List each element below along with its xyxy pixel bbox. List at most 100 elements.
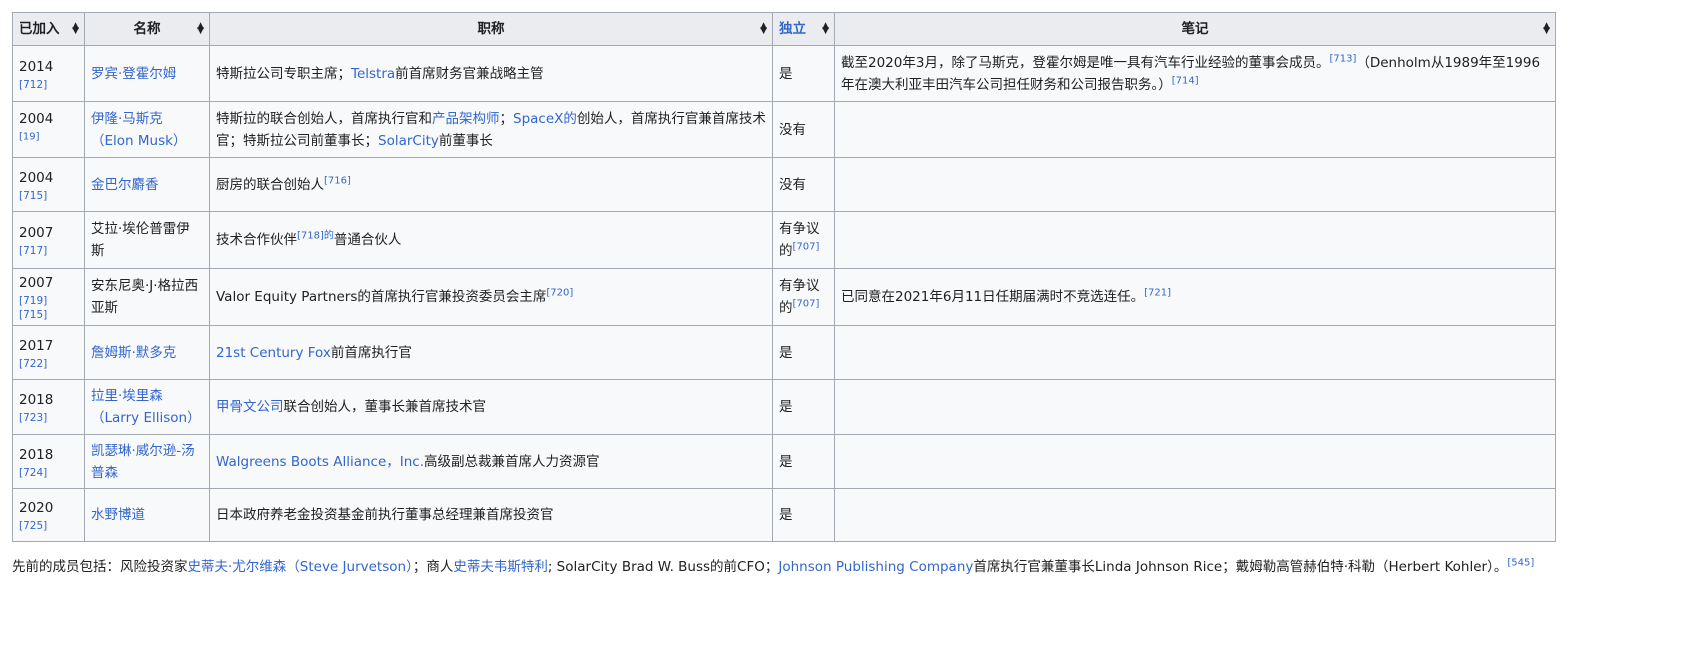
link[interactable]: 水野博道 bbox=[91, 507, 145, 523]
year: 2007 bbox=[19, 225, 54, 241]
citation-ref[interactable]: [707] bbox=[793, 299, 820, 310]
year: 2017 bbox=[19, 337, 54, 354]
citation-ref[interactable]: [722] bbox=[19, 357, 78, 371]
text: 厨房的联合创始人 bbox=[216, 176, 324, 193]
link[interactable]: 甲骨文公司 bbox=[216, 399, 284, 415]
text: 联合创始人，董事长兼首席技术官 bbox=[283, 399, 487, 415]
citation-ref[interactable]: [545] bbox=[1507, 558, 1534, 569]
citation-ref[interactable]: [712] bbox=[19, 78, 78, 92]
sort-icon[interactable]: ▲ ▼ bbox=[760, 22, 767, 36]
cell-name: 拉里·埃里森（Larry Ellison） bbox=[84, 379, 210, 435]
link[interactable]: Walgreens Boots Alliance，Inc. bbox=[216, 454, 424, 470]
header-label: 职称 bbox=[477, 21, 505, 37]
cell-joined: 2004 [715] bbox=[12, 157, 85, 212]
citation-ref[interactable]: [716] bbox=[324, 175, 351, 186]
link[interactable]: 拉里·埃里森（Larry Ellison） bbox=[91, 388, 201, 426]
link[interactable]: 史蒂夫韦斯特利 bbox=[453, 559, 548, 575]
text: 高级副总裁兼首席人力资源官 bbox=[424, 453, 600, 470]
citation-ref[interactable]: [707] bbox=[793, 242, 820, 253]
year: 2004 bbox=[19, 110, 54, 127]
link[interactable]: Johnson Publishing Company bbox=[778, 559, 973, 575]
text: 是 bbox=[779, 399, 793, 415]
link[interactable]: 金巴尔麝香 bbox=[91, 177, 159, 193]
link[interactable]: Telstra bbox=[351, 66, 395, 82]
text: ; SolarCity Brad W. Buss的前CFO； bbox=[547, 559, 779, 575]
cell-title: 甲骨文公司联合创始人，董事长兼首席技术官 bbox=[209, 379, 773, 435]
table-row: 2014 [712] 罗宾·登霍尔姆 特斯拉公司专职主席；Telstra前首席财务官兼… bbox=[12, 45, 1556, 102]
cell-independent: 是 bbox=[772, 45, 835, 102]
text: 特斯拉的联合创始人，首席执行官和 bbox=[216, 110, 432, 127]
header-link-independent[interactable]: 独立 bbox=[779, 21, 806, 37]
link[interactable]: 凯瑟琳·威尔逊-汤普森 bbox=[91, 443, 195, 481]
text: 先前的成员包括：风险投资家 bbox=[12, 559, 188, 575]
text: 前首席执行官 bbox=[330, 344, 412, 361]
year: 2007 bbox=[19, 275, 54, 291]
citation-ref[interactable]: [715] bbox=[19, 189, 78, 203]
column-header-independent[interactable]: 独立 ▲ ▼ bbox=[772, 12, 835, 46]
text: 有争议的 bbox=[779, 278, 820, 316]
sort-icon[interactable]: ▲ ▼ bbox=[72, 22, 79, 36]
table-row: 2018 [723] 拉里·埃里森（Larry Ellison） 甲骨文公司联合创始人… bbox=[12, 379, 1556, 435]
column-header-name[interactable]: 名称 ▲ ▼ bbox=[84, 12, 210, 46]
text: 技术合作伙伴 bbox=[216, 232, 297, 248]
cell-title: Walgreens Boots Alliance，Inc.高级副总裁兼首席人力资… bbox=[209, 434, 773, 489]
link[interactable]: 伊隆·马斯克（Elon Musk） bbox=[91, 111, 186, 149]
citation-ref[interactable]: [724] bbox=[19, 466, 78, 480]
year: 2004 bbox=[19, 169, 54, 186]
cell-title: 日本政府养老金投资基金前执行董事总经理兼首席投资官 bbox=[209, 488, 773, 542]
text: 是 bbox=[779, 344, 793, 361]
cell-independent: 有争议的[707] bbox=[772, 268, 835, 326]
citation-ref[interactable]: [718]的 bbox=[297, 231, 334, 242]
header-label: 已加入 bbox=[19, 21, 60, 37]
column-header-joined[interactable]: 已加入 ▲ ▼ bbox=[12, 12, 85, 46]
link[interactable]: 21st Century Fox bbox=[216, 345, 331, 361]
link[interactable]: SolarCity bbox=[378, 133, 439, 149]
column-header-title[interactable]: 职称 ▲ ▼ bbox=[209, 12, 773, 46]
cell-notes: 已同意在2021年6月11日任期届满时不竞选连任。[721] bbox=[834, 268, 1556, 326]
year: 2018 bbox=[19, 446, 54, 463]
cell-independent: 是 bbox=[772, 434, 835, 489]
text: 是 bbox=[779, 453, 793, 470]
citation-ref[interactable]: [717] bbox=[19, 244, 78, 258]
cell-name: 詹姆斯·默多克 bbox=[84, 325, 210, 380]
link[interactable]: 产品架构师 bbox=[432, 111, 500, 127]
table-row: 2018 [724] 凯瑟琳·威尔逊-汤普森 Walgreens Boots Alli… bbox=[12, 434, 1556, 489]
cell-notes bbox=[834, 157, 1556, 212]
cell-joined: 2018 [723] bbox=[12, 379, 85, 435]
cell-joined: 2007 [717] bbox=[12, 211, 85, 269]
header-label: 笔记 bbox=[1181, 21, 1209, 37]
text: 艾拉·埃伦普雷伊斯 bbox=[91, 221, 190, 259]
text: ； bbox=[499, 110, 514, 127]
cell-joined: 2014 [712] bbox=[12, 45, 85, 102]
column-header-notes[interactable]: 笔记 ▲ ▼ bbox=[834, 12, 1556, 46]
cell-name: 安东尼奥·J·格拉西亚斯 bbox=[84, 268, 210, 326]
citation-ref[interactable]: [19] bbox=[19, 131, 40, 142]
citation-ref[interactable]: [721] bbox=[1144, 288, 1171, 299]
citation-ref[interactable]: [713] bbox=[1329, 53, 1356, 64]
citation-ref[interactable]: [723] bbox=[19, 411, 78, 425]
cell-independent: 没有 bbox=[772, 157, 835, 212]
link[interactable]: 史蒂夫·尤尔维森（Steve Jurvetson） bbox=[188, 559, 413, 575]
citation-ref[interactable]: [725] bbox=[19, 519, 78, 533]
sort-icon[interactable]: ▲ ▼ bbox=[197, 22, 204, 36]
cell-joined: 2017 [722] bbox=[12, 325, 85, 380]
link[interactable]: 罗宾·登霍尔姆 bbox=[91, 66, 176, 82]
text: 安东尼奥·J·格拉西亚斯 bbox=[91, 278, 199, 316]
year: 2018 bbox=[19, 392, 54, 408]
cell-independent: 有争议的[707] bbox=[772, 211, 835, 269]
link[interactable]: 詹姆斯·默多克 bbox=[91, 345, 176, 361]
citation-ref[interactable]: [720] bbox=[546, 288, 573, 299]
sort-icon[interactable]: ▲ ▼ bbox=[822, 22, 829, 36]
header-label: 名称 bbox=[133, 21, 161, 37]
table-row: 2007 [719] [715] 安东尼奥·J·格拉西亚斯 Valor Equity … bbox=[12, 268, 1556, 326]
citation-ref[interactable]: [719] [715] bbox=[19, 294, 78, 322]
link[interactable]: SpaceX的 bbox=[513, 111, 577, 127]
citation-ref[interactable]: [714] bbox=[1172, 75, 1199, 86]
cell-name: 艾拉·埃伦普雷伊斯 bbox=[84, 211, 210, 269]
text: 日本政府养老金投资基金前执行董事总经理兼首席投资官 bbox=[216, 507, 554, 523]
cell-name: 伊隆·马斯克（Elon Musk） bbox=[84, 101, 210, 158]
cell-joined: 2007 [719] [715] bbox=[12, 268, 85, 326]
header-row: 已加入 ▲ ▼ 名称 ▲ ▼ 职称 ▲ ▼ 独立 ▲ ▼ 笔记 ▲ ▼ bbox=[12, 12, 1556, 46]
sort-icon[interactable]: ▲ ▼ bbox=[1543, 22, 1550, 36]
year: 2014 bbox=[19, 58, 54, 75]
